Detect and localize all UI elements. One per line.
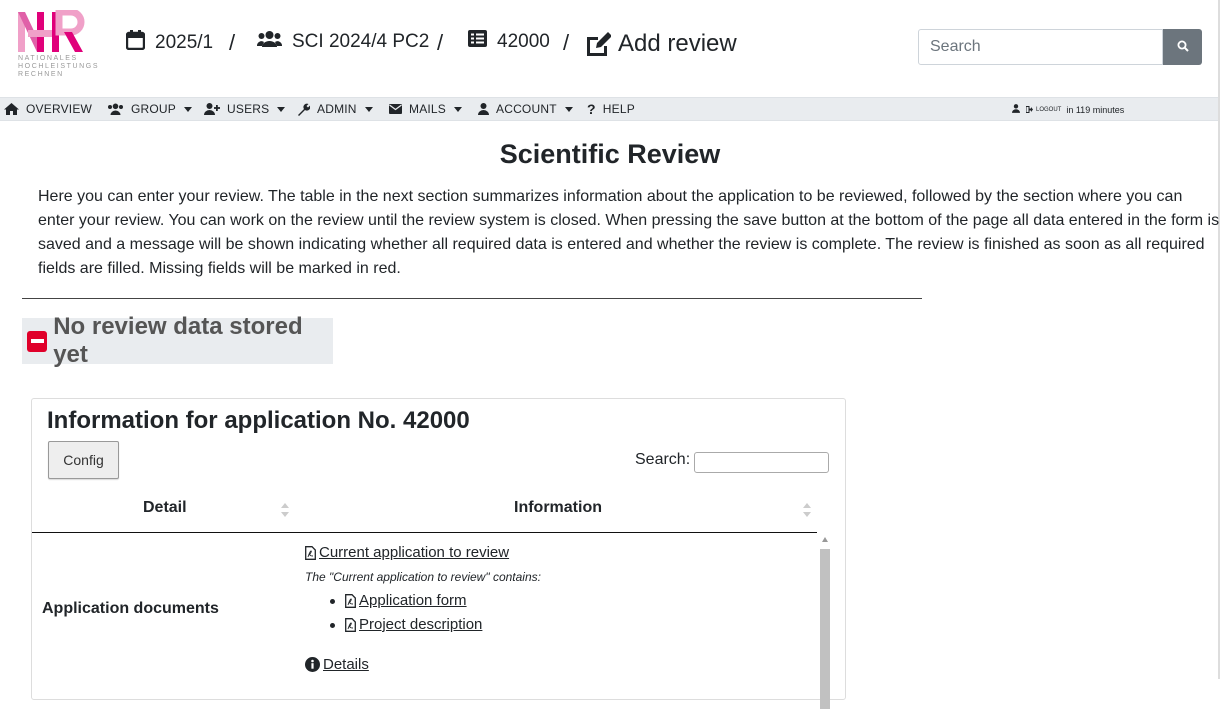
question-icon: ? — [587, 101, 596, 117]
chevron-down-icon — [454, 106, 463, 112]
scrollbar-thumb[interactable] — [820, 549, 830, 709]
column-header-information[interactable]: Information — [514, 499, 602, 517]
table-scrollbar[interactable] — [819, 533, 831, 709]
nav-overview-label: OVERVIEW — [26, 102, 93, 116]
table-search-input[interactable] — [694, 452, 829, 473]
list-bullet — [330, 599, 335, 604]
divider — [22, 298, 922, 299]
users-icon — [107, 103, 124, 115]
application-info-card: Information for application No. 42000 Co… — [31, 398, 846, 709]
home-icon — [4, 103, 19, 115]
main-navbar: OVERVIEW GROUP USERS ADMIN MAILS ACCOUNT… — [0, 97, 1218, 121]
scroll-up-icon[interactable] — [822, 537, 828, 542]
row-label-application-documents: Application documents — [42, 600, 219, 617]
breadcrumb-current-label: Add review — [618, 30, 737, 57]
info-circle-icon — [305, 657, 320, 672]
user-plus-icon — [204, 103, 220, 115]
nav-help-label: HELP — [602, 102, 635, 116]
nav-admin[interactable]: ADMIN — [297, 102, 373, 116]
search-input[interactable] — [918, 29, 1163, 65]
breadcrumb-period-label: 2025/1 — [155, 32, 214, 53]
breadcrumb-separator: / — [229, 30, 236, 55]
project-description-link[interactable]: Project description — [345, 616, 482, 633]
envelope-icon — [389, 104, 402, 114]
breadcrumb-application[interactable]: 42000 — [468, 30, 550, 53]
nav-group-label: GROUP — [131, 102, 177, 116]
table-search-label: Search: — [635, 451, 691, 468]
breadcrumb-separator: / — [563, 30, 570, 55]
top-search — [918, 29, 1202, 65]
table-header-divider — [32, 532, 817, 533]
minus-square-icon — [27, 330, 48, 352]
pdf-file-icon — [305, 545, 316, 560]
chevron-down-icon — [184, 106, 193, 112]
logo-wordmark: NATIONALES HOCHLEISTUNGS RECHNEN — [18, 55, 100, 78]
nav-mails-label: MAILS — [409, 102, 447, 116]
breadcrumb-application-label: 42000 — [497, 30, 550, 52]
pdf-file-icon — [345, 593, 356, 608]
review-status-box: No review data stored yet — [22, 313, 333, 368]
application-form-link[interactable]: Application form — [345, 592, 467, 609]
search-button[interactable] — [1163, 29, 1202, 65]
breadcrumb-group[interactable]: SCI 2024/4 PC2 — [256, 30, 430, 54]
config-button[interactable]: Config — [48, 441, 119, 479]
nav-group[interactable]: GROUP — [107, 102, 193, 116]
nav-admin-label: ADMIN — [317, 102, 357, 116]
application-form-label: Application form — [359, 592, 467, 609]
nav-users[interactable]: USERS — [204, 102, 286, 116]
nav-account-label: ACCOUNT — [496, 102, 557, 116]
session-remaining: in 119 minutes — [1066, 104, 1125, 115]
breadcrumb-separator: / — [437, 30, 444, 55]
chevron-down-icon — [277, 106, 286, 112]
contains-note: The "Current application to review" cont… — [305, 570, 541, 584]
pdf-file-icon — [345, 617, 356, 632]
page-title: Scientific Review — [499, 139, 721, 169]
sort-icon[interactable] — [803, 503, 811, 517]
sign-out-icon — [1025, 105, 1033, 115]
current-application-link[interactable]: Current application to review — [305, 544, 509, 561]
card-title: Information for application No. 42000 — [47, 407, 470, 434]
nav-account[interactable]: ACCOUNT — [478, 102, 573, 116]
nav-help[interactable]: ? HELP — [587, 102, 635, 116]
chevron-down-icon — [364, 106, 373, 112]
nav-users-label: USERS — [227, 102, 270, 116]
sort-icon[interactable] — [281, 503, 289, 517]
users-icon — [256, 30, 283, 54]
user-icon — [478, 103, 489, 115]
current-application-label: Current application to review — [319, 544, 510, 561]
review-status-text: No review data stored yet — [53, 313, 303, 368]
column-header-detail[interactable]: Detail — [143, 499, 187, 517]
project-description-label: Project description — [359, 616, 483, 633]
list-bullet — [330, 623, 335, 628]
details-link[interactable]: Details — [305, 656, 369, 673]
details-label: Details — [323, 656, 369, 673]
breadcrumb-group-label: SCI 2024/4 PC2 — [292, 31, 430, 52]
nav-mails[interactable]: MAILS — [389, 102, 463, 116]
logout-link[interactable]: LOGOUT — [1036, 107, 1061, 113]
nav-overview[interactable]: OVERVIEW — [4, 102, 92, 116]
edit-icon — [584, 32, 611, 56]
search-icon — [1177, 40, 1189, 55]
wrench-icon — [297, 103, 310, 116]
user-icon — [1012, 104, 1020, 115]
intro-text: Here you can enter your review. The tabl… — [38, 188, 1220, 277]
calendar-icon — [125, 30, 146, 56]
chevron-down-icon — [564, 106, 573, 112]
breadcrumb-period[interactable]: 2025/1 — [125, 30, 214, 56]
session-info: LOGOUT in 119 minutes — [1012, 104, 1124, 115]
breadcrumb-current: Add review — [584, 30, 737, 58]
list-icon — [468, 30, 487, 53]
